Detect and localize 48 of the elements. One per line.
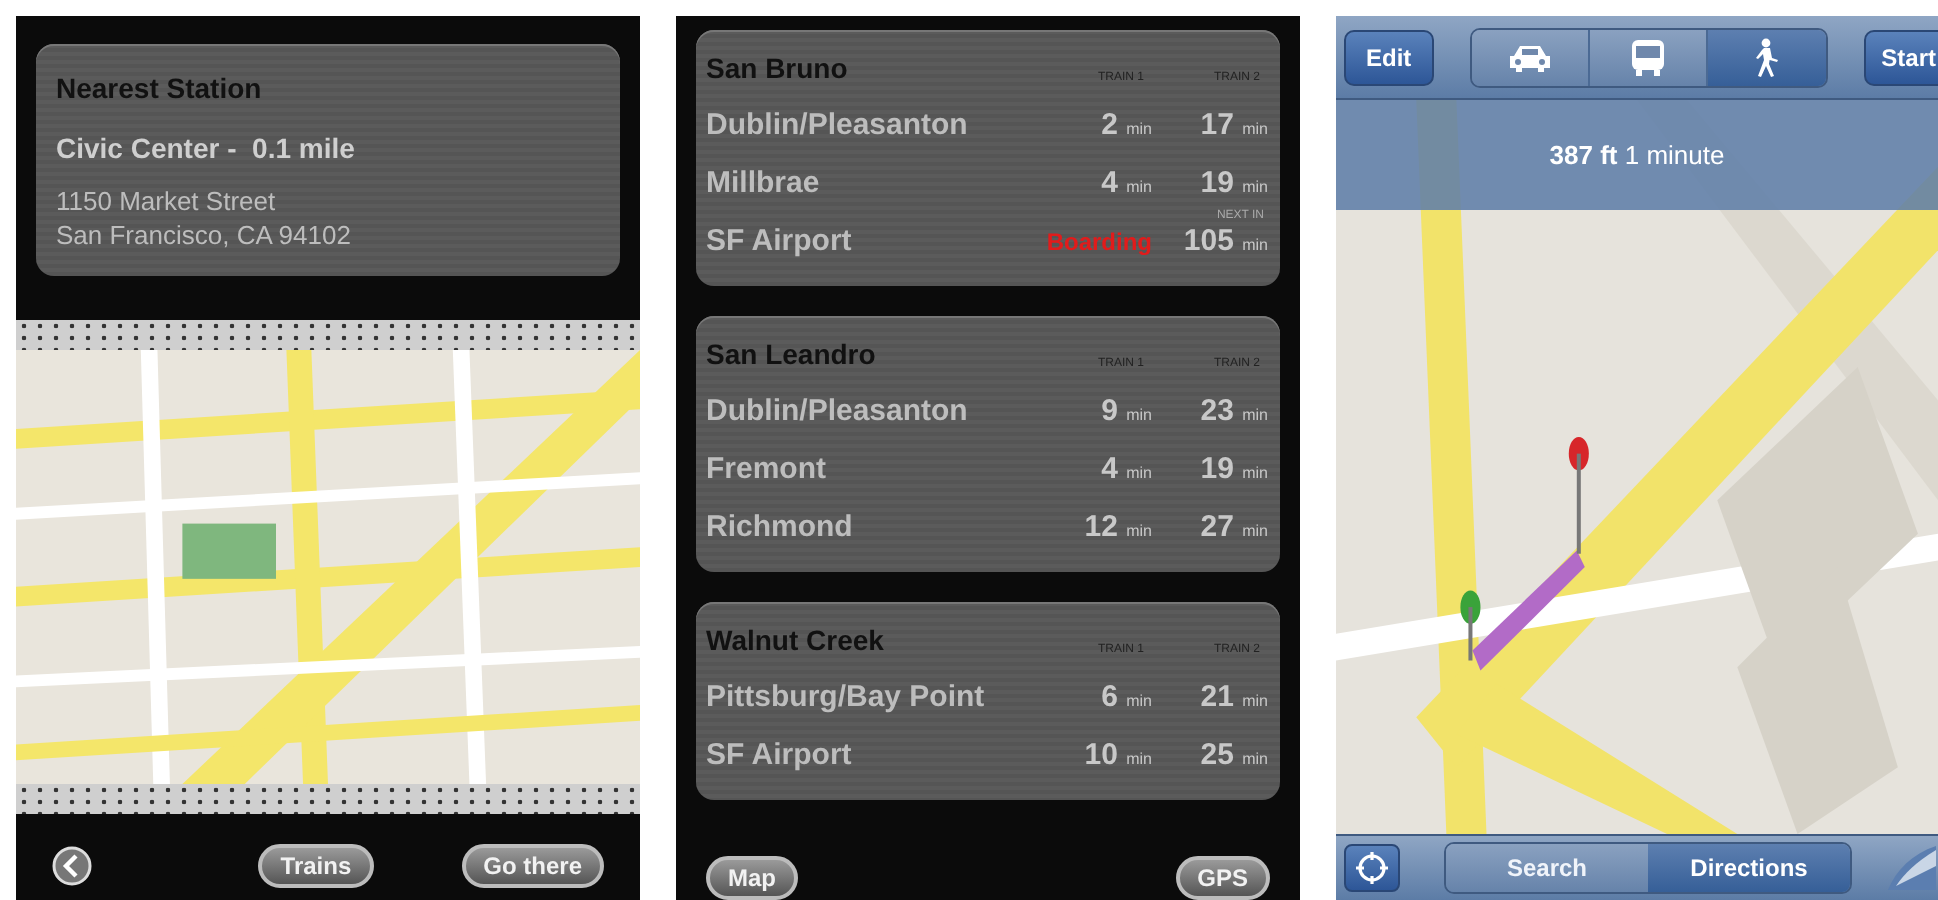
go-there-button[interactable]: Go there <box>461 843 604 887</box>
locate-button[interactable] <box>1344 844 1400 892</box>
departure-time: 4 min <box>1101 451 1152 485</box>
destination: Richmond <box>706 510 855 544</box>
departure-time: 23 min <box>1200 393 1268 427</box>
departure-time: 17 min <box>1200 107 1268 141</box>
departure-time: 12 min <box>1084 509 1152 543</box>
station-name: Walnut Creek <box>706 623 886 655</box>
station-address: 1150 Market Street San Francisco, CA 94102 <box>56 184 351 252</box>
walking-person-icon <box>1752 37 1781 77</box>
bus-icon <box>1629 37 1666 77</box>
departure-time: 2 min <box>1101 107 1152 141</box>
destination: Dublin/Pleasanton <box>706 394 970 428</box>
card-title: Nearest Station <box>56 72 264 104</box>
departure-time: 19 min <box>1200 165 1268 199</box>
destination: Dublin/Pleasanton <box>706 108 970 142</box>
station-distance: Civic Center - 0.1 mile <box>56 132 355 164</box>
destination: SF Airport <box>706 738 854 772</box>
car-mode-button[interactable] <box>1471 29 1590 85</box>
destination: Pittsburg/Bay Point <box>706 680 987 714</box>
departure-time: 6 min <box>1101 679 1152 713</box>
tab[interactable]: Search <box>1446 844 1648 892</box>
departure-time: 27 min <box>1200 509 1268 543</box>
destination: Fremont <box>706 452 828 486</box>
station-name: San Leandro <box>706 337 878 369</box>
departure-time: 21 min <box>1200 679 1268 713</box>
departure-time: 105 min <box>1183 223 1268 257</box>
bus-mode-button[interactable] <box>1589 29 1708 85</box>
departure-time: 9 min <box>1101 393 1152 427</box>
gps-button[interactable]: GPS <box>1175 855 1270 899</box>
walk-mode-button[interactable] <box>1707 29 1826 85</box>
tab[interactable]: Directions <box>1648 844 1850 892</box>
departure-time: 10 min <box>1084 737 1152 771</box>
departure-time: 25 min <box>1200 737 1268 771</box>
edit-button[interactable]: Edit <box>1344 29 1434 85</box>
boarding-status: Boarding <box>1046 227 1152 255</box>
map-button[interactable]: Map <box>706 855 798 899</box>
start-button[interactable]: Start <box>1863 29 1938 85</box>
page-curl-icon[interactable] <box>1888 846 1936 890</box>
departure-time: 4 min <box>1101 165 1152 199</box>
route-summary-text: 387 ft 1 minute <box>1549 140 1725 170</box>
station-name: San Bruno <box>706 51 850 83</box>
car-icon <box>1507 41 1552 73</box>
destination: Millbrae <box>706 166 822 200</box>
back-button[interactable] <box>52 845 92 885</box>
departure-time: 19 min <box>1200 451 1268 485</box>
destination: SF Airport <box>706 224 854 258</box>
trains-button[interactable]: Trains <box>258 843 374 887</box>
